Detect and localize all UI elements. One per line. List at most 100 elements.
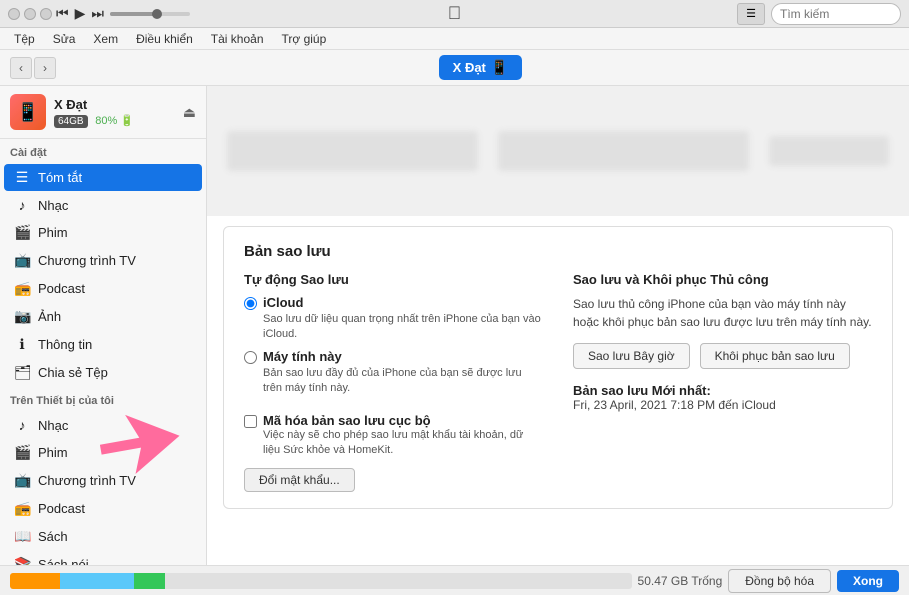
sidebar-label-sach-noi: Sách nói	[38, 557, 89, 565]
sidebar-item-chuong-trinh-tv2[interactable]: 📺 Chương trình TV	[4, 467, 202, 494]
battery-level: 80% 🔋	[95, 115, 134, 127]
minimize-btn[interactable]	[24, 8, 36, 20]
mac-desc: Bản sao lưu đầy đủ của iPhone của bạn sẽ…	[263, 366, 543, 397]
sidebar-item-phim2[interactable]: 🎬 Phim	[4, 439, 202, 466]
device-button[interactable]: X Đạt 📱	[439, 55, 523, 80]
back-arrow[interactable]: ‹	[10, 57, 32, 79]
menu-dieu-khien[interactable]: Điều khiển	[128, 30, 201, 48]
rewind-btn[interactable]: ⏮	[56, 5, 69, 22]
apps-storage	[10, 573, 60, 589]
info-icon: ℹ	[14, 336, 30, 353]
sidebar: 📱 X Đạt 64GB 80% 🔋 ⏏ Cài đặt ☰ Tóm tắt ♪	[0, 86, 207, 565]
sidebar-label-chuong-trinh-tv2: Chương trình TV	[38, 473, 136, 488]
menu-bar: Tệp Sửa Xem Điều khiển Tài khoản Trợ giú…	[0, 28, 909, 50]
podcast-icon: 📻	[14, 280, 30, 297]
backup-radio-group: iCloud Sao lưu dữ liệu quan trọng nhất t…	[244, 295, 543, 458]
mac-label: Máy tính này	[263, 349, 543, 364]
menu-button[interactable]: ☰	[737, 3, 765, 25]
sidebar-label-phim: Phim	[38, 225, 68, 240]
encrypt-row[interactable]: Mã hóa bản sao lưu cục bộ Việc này sẽ ch…	[244, 413, 543, 459]
nav-bar: ‹ › X Đạt 📱	[0, 50, 909, 86]
blur-block-1	[227, 131, 478, 171]
icloud-option[interactable]: iCloud Sao lưu dữ liệu quan trọng nhất t…	[244, 295, 543, 343]
movie-icon: 🎬	[14, 224, 30, 241]
sidebar-item-thong-tin[interactable]: ℹ Thông tin	[4, 331, 202, 358]
done-button[interactable]: Xong	[837, 570, 899, 592]
backup-section: Bản sao lưu Tự động Sao lưu iCloud Sao l…	[223, 226, 893, 509]
sidebar-label-nhac2: Nhạc	[38, 418, 68, 433]
maximize-btn[interactable]	[40, 8, 52, 20]
photo-icon: 📷	[14, 308, 30, 325]
eject-button[interactable]: ⏏	[183, 104, 196, 121]
section2-label: Trên Thiết bị của tôi	[0, 387, 206, 411]
storage-bar	[10, 573, 632, 589]
manual-backup-title: Sao lưu và Khôi phục Thủ công	[573, 272, 872, 287]
title-bar: ⏮ ▶ ⏭  ☰	[0, 0, 909, 28]
sidebar-item-sach[interactable]: 📖 Sách	[4, 523, 202, 550]
sidebar-label-nhac: Nhạc	[38, 198, 68, 213]
change-password-button[interactable]: Đổi mật khẩu...	[244, 468, 355, 492]
sidebar-label-phim2: Phim	[38, 445, 68, 460]
backup-now-button[interactable]: Sao lưu Bây giờ	[573, 343, 690, 369]
auto-backup-col: Tự động Sao lưu iCloud Sao lưu dữ liệu q…	[244, 272, 543, 492]
sidebar-item-chia-se-tep[interactable]: 🗂 Chia sẻ Tệp	[4, 359, 202, 386]
blur-block-3	[769, 136, 889, 166]
sidebar-label-chuong-trinh-tv: Chương trình TV	[38, 253, 136, 268]
menu-xem[interactable]: Xem	[85, 30, 126, 48]
auto-backup-title: Tự động Sao lưu	[244, 272, 543, 287]
search-input[interactable]	[771, 3, 901, 25]
search-bar: ☰	[737, 3, 901, 25]
summary-icon: ☰	[14, 169, 30, 186]
sidebar-label-podcast2: Podcast	[38, 501, 85, 516]
menu-sua[interactable]: Sửa	[45, 30, 84, 48]
sidebar-label-tom-tat: Tóm tắt	[38, 170, 82, 185]
storage-tag: 64GB	[54, 115, 88, 128]
device-info: X Đạt 64GB 80% 🔋	[54, 97, 175, 128]
latest-backup-date: Fri, 23 April, 2021 7:18 PM đến iCloud	[573, 398, 872, 412]
nav-arrows: ‹ ›	[10, 57, 56, 79]
menu-tep[interactable]: Tệp	[6, 30, 43, 48]
sidebar-item-phim[interactable]: 🎬 Phim	[4, 219, 202, 246]
tv2-icon: 📺	[14, 472, 30, 489]
sidebar-label-chia-se-tep: Chia sẻ Tệp	[38, 365, 108, 380]
forward-arrow[interactable]: ›	[34, 57, 56, 79]
menu-tai-khoan[interactable]: Tài khoản	[203, 30, 272, 48]
icloud-radio[interactable]	[244, 297, 257, 310]
close-btn[interactable]	[8, 8, 20, 20]
sync-button[interactable]: Đồng bộ hóa	[728, 569, 831, 593]
menu-tro-giup[interactable]: Trợ giúp	[274, 30, 335, 48]
music2-icon: ♪	[14, 417, 30, 433]
content-area: Bản sao lưu Tự động Sao lưu iCloud Sao l…	[207, 86, 909, 565]
restore-button[interactable]: Khôi phục bản sao lưu	[700, 343, 850, 369]
encrypt-checkbox[interactable]	[244, 415, 257, 428]
storage-label: 50.47 GB Trống	[638, 574, 723, 588]
sidebar-item-nhac[interactable]: ♪ Nhạc	[4, 192, 202, 218]
device-name: X Đạt	[54, 97, 175, 112]
sidebar-item-anh[interactable]: 📷 Ảnh	[4, 303, 202, 330]
sidebar-item-podcast2[interactable]: 📻 Podcast	[4, 495, 202, 522]
device-header: 📱 X Đạt 64GB 80% 🔋 ⏏	[0, 86, 206, 139]
status-bar: 50.47 GB Trống Đồng bộ hóa Xong	[0, 565, 909, 595]
device-btn-label: X Đạt	[453, 60, 486, 75]
device-btn-icon: 📱	[491, 59, 508, 76]
playback-progress[interactable]	[110, 12, 190, 16]
encrypt-desc: Việc này sẽ cho phép sao lưu mật khẩu tà…	[263, 428, 543, 459]
sidebar-item-chuong-trinh-tv[interactable]: 📺 Chương trình TV	[4, 247, 202, 274]
music-icon: ♪	[14, 197, 30, 213]
sidebar-item-tom-tat[interactable]: ☰ Tóm tắt	[4, 164, 202, 191]
sidebar-item-sach-noi[interactable]: 📚 Sách nói	[4, 551, 202, 565]
tv-icon: 📺	[14, 252, 30, 269]
manual-backup-desc: Sao lưu thủ công iPhone của bạn vào máy …	[573, 295, 872, 331]
fast-forward-btn[interactable]: ⏭	[91, 5, 104, 22]
mac-option[interactable]: Máy tính này Bản sao lưu đầy đủ của iPho…	[244, 349, 543, 397]
sidebar-item-nhac2[interactable]: ♪ Nhạc	[4, 412, 202, 438]
device-meta: 64GB 80% 🔋	[54, 112, 175, 128]
play-btn[interactable]: ▶	[75, 5, 86, 22]
manual-backup-col: Sao lưu và Khôi phục Thủ công Sao lưu th…	[573, 272, 872, 492]
sidebar-item-podcast[interactable]: 📻 Podcast	[4, 275, 202, 302]
section1-label: Cài đặt	[0, 139, 206, 163]
window-controls	[8, 8, 52, 20]
mac-radio[interactable]	[244, 351, 257, 364]
icloud-desc: Sao lưu dữ liệu quan trọng nhất trên iPh…	[263, 312, 543, 343]
fileshare-icon: 🗂	[14, 364, 30, 381]
